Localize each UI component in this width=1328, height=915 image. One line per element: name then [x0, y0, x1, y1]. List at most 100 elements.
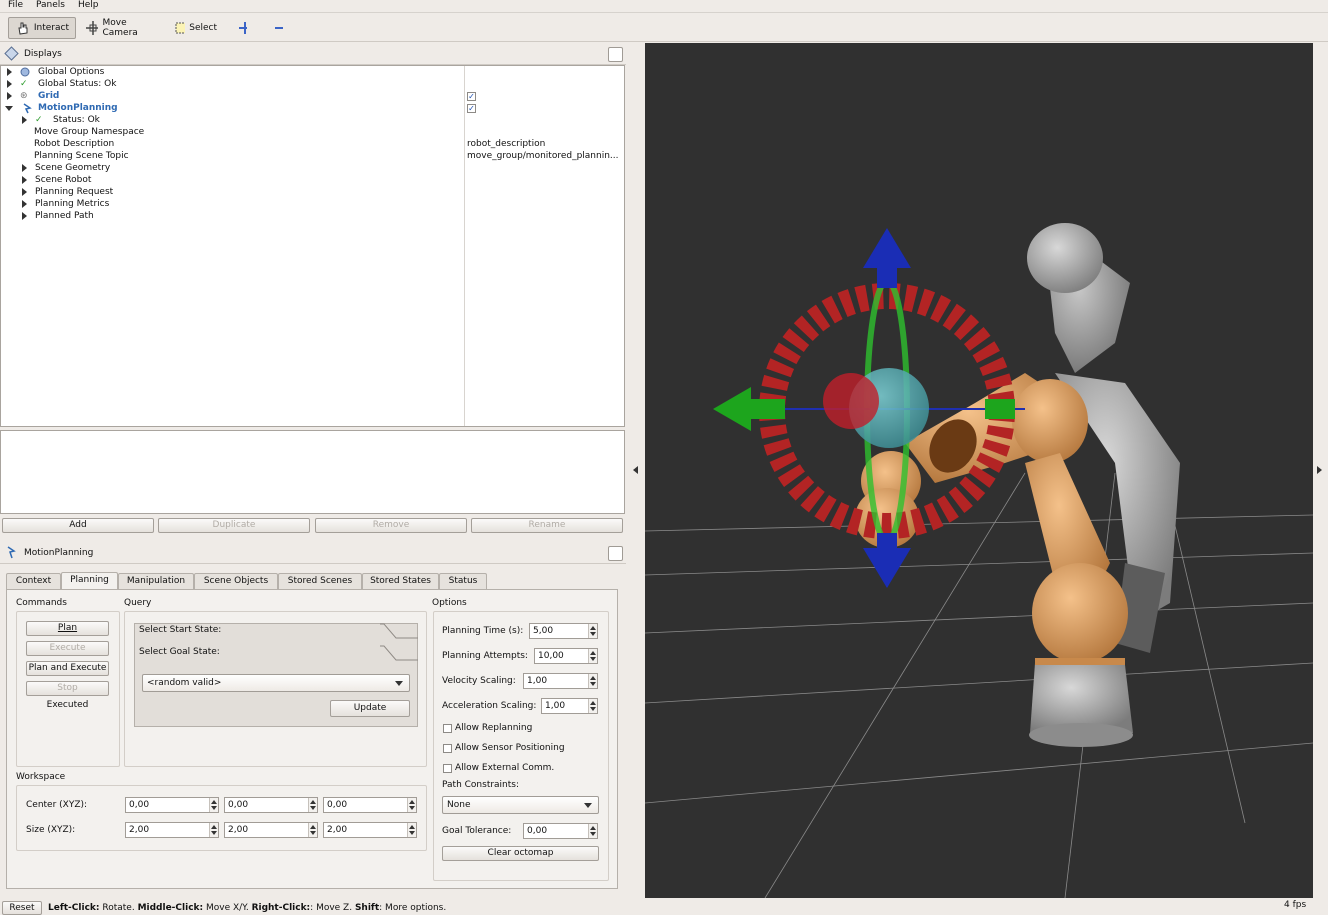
planning-time-spinbox[interactable]: 5,00	[529, 623, 598, 639]
add-display-button[interactable]: Add	[2, 518, 154, 533]
update-button[interactable]: Update	[330, 700, 410, 717]
toolbar: Interact Move Camera Select	[0, 13, 1328, 42]
menu-panels[interactable]: Panels	[36, 0, 65, 10]
planning-attempts-label: Planning Attempts:	[442, 651, 528, 661]
add-tool-button[interactable]	[232, 17, 254, 39]
menu-bar: File Panels Help	[0, 0, 1328, 13]
motion-planning-icon	[7, 546, 16, 559]
query-title: Query	[124, 598, 152, 608]
move-camera-tool-button[interactable]: Move Camera	[78, 17, 162, 39]
displays-close-button[interactable]	[608, 47, 623, 62]
execute-button[interactable]: Execute	[26, 641, 109, 656]
displays-tree: Global Options ✓ Global Status: Ok ⊛ Gri…	[0, 65, 625, 427]
status-bar: Reset Left-Click: Rotate. Middle-Click: …	[0, 899, 1328, 915]
tree-row-global-status[interactable]: ✓ Global Status: Ok	[1, 78, 461, 90]
tree-row-move-group-namespace[interactable]: Move Group Namespace	[34, 126, 144, 138]
robot-description-value[interactable]: robot_description	[467, 138, 545, 150]
goal-state-dropdown[interactable]: <random valid>	[142, 674, 410, 692]
tree-row-grid[interactable]: ⊛ Grid	[1, 90, 461, 102]
clear-octomap-button[interactable]: Clear octomap	[442, 846, 599, 861]
motion-planning-close-button[interactable]	[608, 546, 623, 561]
select-start-state-label[interactable]: Select Start State:	[139, 625, 221, 635]
tab-planning[interactable]: Planning	[61, 572, 118, 590]
property-description-box	[0, 430, 625, 514]
acceleration-scaling-spinbox[interactable]: 1,00	[541, 698, 598, 714]
select-goal-state-label[interactable]: Select Goal State:	[139, 647, 220, 657]
size-x-spinbox[interactable]: 2,00	[125, 822, 219, 838]
size-z-spinbox[interactable]: 2,00	[323, 822, 417, 838]
select-tool-button[interactable]: Select	[168, 17, 224, 39]
options-title: Options	[432, 598, 467, 608]
check-icon: ✓	[20, 79, 28, 89]
allow-replanning-checkbox[interactable]	[443, 724, 452, 733]
tab-status[interactable]: Status	[439, 573, 487, 589]
remove-tool-button[interactable]	[268, 17, 290, 39]
allow-external-comm-label: Allow External Comm.	[455, 763, 555, 773]
workspace-title: Workspace	[16, 772, 66, 782]
center-z-spinbox[interactable]: 0,00	[323, 797, 417, 813]
size-xyz-label: Size (XYZ):	[26, 825, 76, 835]
query-toolbox-divider	[380, 623, 418, 661]
rename-display-button[interactable]: Rename	[471, 518, 623, 533]
tab-stored-scenes[interactable]: Stored Scenes	[278, 573, 362, 589]
displays-icon	[4, 46, 19, 61]
tree-row-planned-path[interactable]: Planned Path	[1, 210, 461, 222]
acceleration-scaling-label: Acceleration Scaling:	[442, 701, 537, 711]
tab-manipulation[interactable]: Manipulation	[118, 573, 194, 589]
path-constraints-dropdown[interactable]: None	[442, 796, 599, 814]
tree-row-global-options[interactable]: Global Options	[1, 66, 461, 78]
interact-tool-button[interactable]: Interact	[8, 17, 76, 39]
grid-icon: ⊛	[20, 91, 28, 101]
commands-title: Commands	[16, 598, 67, 608]
reset-view-button[interactable]: Reset	[2, 901, 42, 915]
tree-row-scene-robot[interactable]: Scene Robot	[1, 174, 461, 186]
motion-planning-enabled-checkbox[interactable]: ✓	[467, 104, 476, 113]
menu-help[interactable]: Help	[78, 0, 99, 10]
stop-button[interactable]: Stop	[26, 681, 109, 696]
motion-planning-panel-header: MotionPlanning	[0, 542, 626, 564]
tab-context[interactable]: Context	[6, 573, 61, 589]
velocity-scaling-spinbox[interactable]: 1,00	[523, 673, 598, 689]
move-camera-icon	[86, 21, 99, 35]
goal-tolerance-spinbox[interactable]: 0,00	[523, 823, 598, 839]
tree-row-planning-scene-topic[interactable]: Planning Scene Topic	[34, 150, 129, 162]
size-y-spinbox[interactable]: 2,00	[224, 822, 318, 838]
duplicate-display-button[interactable]: Duplicate	[158, 518, 310, 533]
menu-file[interactable]: File	[8, 0, 23, 10]
goal-tolerance-label: Goal Tolerance:	[442, 826, 512, 836]
plan-and-execute-button[interactable]: Plan and Execute	[26, 661, 109, 676]
allow-external-comm-checkbox[interactable]	[443, 764, 452, 773]
render-viewport[interactable]	[645, 43, 1313, 898]
robot-scene	[645, 223, 1313, 898]
hand-icon	[18, 22, 28, 35]
velocity-scaling-label: Velocity Scaling:	[442, 676, 516, 686]
center-x-spinbox[interactable]: 0,00	[125, 797, 219, 813]
globe-icon	[20, 67, 30, 77]
tree-row-robot-description[interactable]: Robot Description	[34, 138, 114, 150]
allow-replanning-label: Allow Replanning	[455, 723, 533, 733]
center-y-spinbox[interactable]: 0,00	[224, 797, 318, 813]
center-xyz-label: Center (XYZ):	[26, 800, 88, 810]
minus-icon	[275, 27, 283, 29]
select-icon	[175, 22, 186, 34]
plus-icon	[239, 22, 247, 34]
displays-panel-header: Displays	[0, 43, 626, 65]
tree-row-status[interactable]: ✓ Status: Ok	[1, 114, 461, 126]
tree-row-scene-geometry[interactable]: Scene Geometry	[1, 162, 461, 174]
allow-sensor-positioning-checkbox[interactable]	[443, 744, 452, 753]
tree-row-motion-planning[interactable]: MotionPlanning	[1, 102, 461, 114]
remove-display-button[interactable]: Remove	[315, 518, 467, 533]
planning-attempts-spinbox[interactable]: 10,00	[534, 648, 598, 664]
tree-row-planning-metrics[interactable]: Planning Metrics	[1, 198, 461, 210]
tree-row-planning-request[interactable]: Planning Request	[1, 186, 461, 198]
tab-scene-objects[interactable]: Scene Objects	[194, 573, 278, 589]
mouse-hint-text: Left-Click: Rotate. Middle-Click: Move X…	[48, 903, 447, 913]
plan-button[interactable]: Plan	[26, 621, 109, 636]
grid-enabled-checkbox[interactable]: ✓	[467, 92, 476, 101]
tab-stored-states[interactable]: Stored States	[362, 573, 439, 589]
collapse-right-arrow-icon[interactable]	[1317, 466, 1322, 474]
check-icon: ✓	[35, 115, 43, 125]
collapse-left-arrow-icon[interactable]	[633, 466, 638, 474]
planning-scene-topic-value[interactable]: move_group/monitored_plannin...	[467, 150, 619, 162]
path-constraints-label: Path Constraints:	[442, 780, 520, 790]
